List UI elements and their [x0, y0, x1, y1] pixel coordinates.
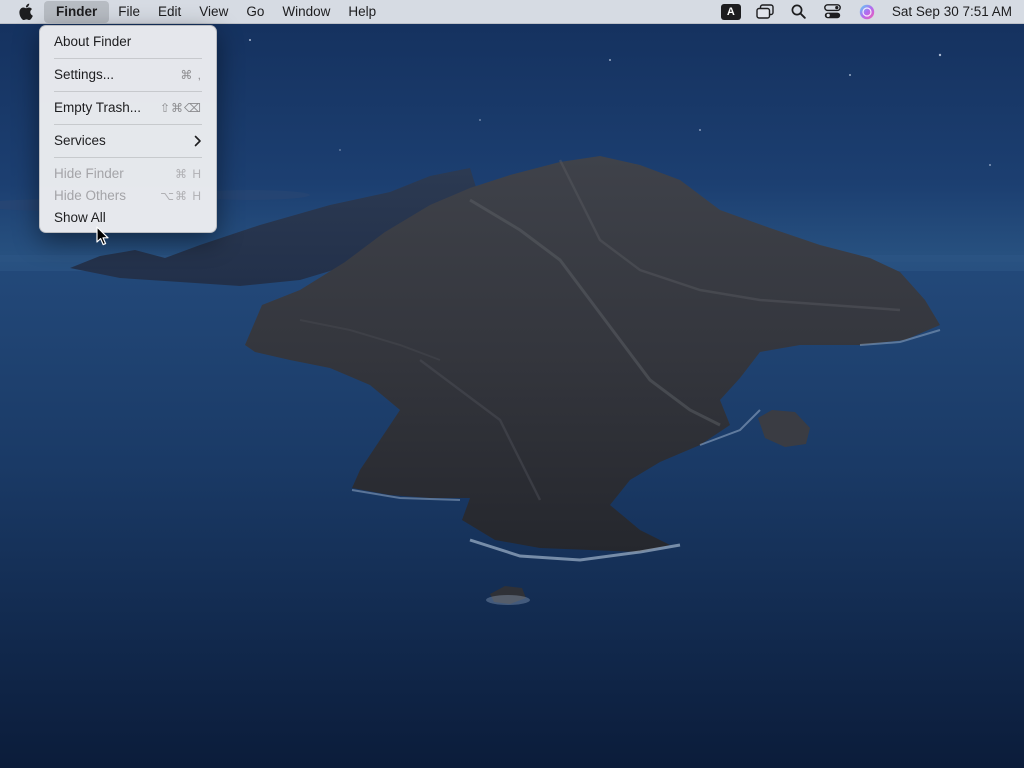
menu-item-label: Empty Trash...	[54, 100, 142, 115]
finder-app-menu: About Finder Settings... ⌘ , Empty Trash…	[39, 25, 217, 233]
menu-item-services[interactable]: Services	[45, 130, 211, 152]
menu-bar: Finder File Edit View Go Window Help A S…	[0, 0, 1024, 24]
apple-logo-icon	[18, 3, 33, 20]
menu-item-shortcut: ⌘ ,	[180, 68, 202, 82]
menu-finder[interactable]: Finder	[44, 0, 110, 23]
menu-view[interactable]: View	[190, 1, 237, 23]
menu-item-about-finder[interactable]: About Finder	[45, 31, 211, 53]
menu-item-hide-others: Hide Others ⌥⌘ H	[45, 185, 211, 207]
menubar-clock[interactable]: Sat Sep 30 7:51 AM	[892, 4, 1012, 19]
mouse-pointer-icon	[96, 226, 109, 246]
menu-item-label: Hide Others	[54, 188, 127, 203]
siri-icon	[859, 4, 875, 19]
window-stack-button[interactable]	[750, 1, 780, 23]
spotlight-search-button[interactable]	[784, 1, 814, 23]
menu-separator	[54, 124, 202, 125]
menu-item-label: About Finder	[54, 34, 132, 49]
search-icon	[791, 4, 807, 19]
menu-file[interactable]: File	[109, 1, 149, 23]
siri-button[interactable]	[852, 1, 882, 23]
menu-separator	[54, 58, 202, 59]
menu-item-shortcut: ⌥⌘ H	[160, 189, 202, 203]
menu-item-label: Hide Finder	[54, 166, 124, 181]
menu-edit[interactable]: Edit	[149, 1, 190, 23]
input-source-badge: A	[720, 3, 741, 20]
control-center-icon	[824, 4, 842, 19]
chevron-right-icon	[194, 135, 201, 147]
menu-item-shortcut: ⌘ H	[175, 167, 202, 181]
control-center-button[interactable]	[818, 1, 848, 23]
menu-item-label: Settings...	[54, 67, 115, 82]
menu-item-empty-trash[interactable]: Empty Trash... ⇧⌘⌫	[45, 97, 211, 119]
menu-item-label: Services	[54, 133, 106, 148]
menu-item-hide-finder: Hide Finder ⌘ H	[45, 163, 211, 185]
menu-item-show-all[interactable]: Show All	[45, 207, 211, 229]
menu-go[interactable]: Go	[237, 1, 273, 23]
menu-separator	[54, 91, 202, 92]
menu-item-shortcut: ⇧⌘⌫	[159, 101, 202, 115]
menu-item-settings[interactable]: Settings... ⌘ ,	[45, 64, 211, 86]
window-stack-icon	[756, 4, 774, 19]
menu-help[interactable]: Help	[339, 1, 385, 23]
menu-separator	[54, 157, 202, 158]
input-source-button[interactable]: A	[716, 1, 746, 23]
menu-window[interactable]: Window	[273, 1, 339, 23]
apple-menu-button[interactable]	[6, 0, 44, 24]
